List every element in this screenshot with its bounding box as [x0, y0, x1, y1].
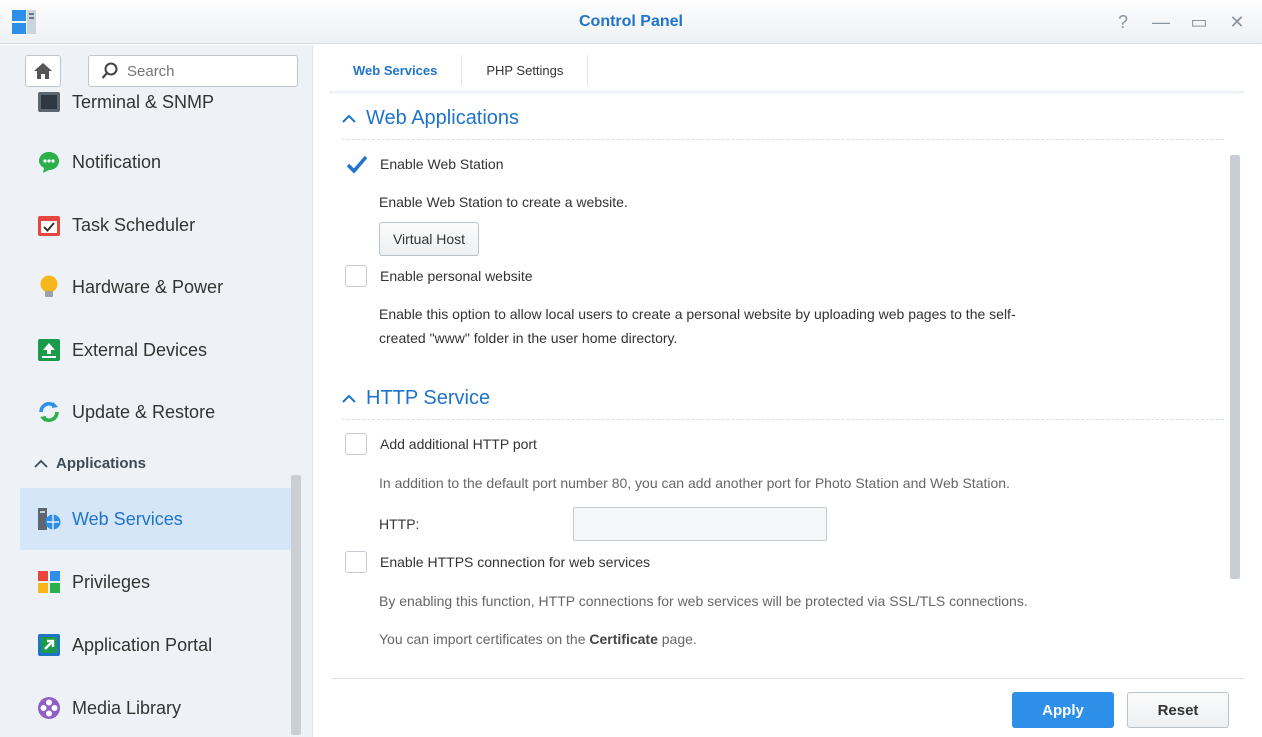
section-divider — [342, 139, 1224, 140]
help-icon[interactable]: ? — [1112, 10, 1134, 34]
enable-https-checkbox[interactable] — [345, 551, 367, 573]
sidebar-item-update-restore[interactable]: Update & Restore — [20, 381, 291, 443]
https-description: By enabling this function, HTTP connecti… — [379, 593, 1028, 609]
sidebar-item-application-portal[interactable]: Application Portal — [20, 614, 291, 676]
section-divider — [342, 419, 1224, 420]
certificate-link[interactable]: Certificate — [589, 631, 657, 647]
certificate-note-prefix: You can import certificates on the — [379, 631, 590, 647]
sidebar-item-notification[interactable]: Notification — [20, 131, 291, 193]
sidebar-item-terminal-snmp[interactable]: Terminal & SNMP — [20, 71, 291, 133]
sidebar-item-label: Application Portal — [72, 634, 213, 655]
web-station-description: Enable Web Station to create a website. — [379, 194, 628, 210]
personal-website-description-line2: created "www" folder in the user home di… — [379, 330, 678, 346]
close-icon[interactable]: ✕ — [1226, 10, 1248, 34]
sidebar-item-label: Privileges — [72, 571, 151, 592]
task-scheduler-icon — [36, 212, 62, 238]
tab-web-services[interactable]: Web Services — [329, 55, 463, 92]
sidebar-item-media-library[interactable]: Media Library — [20, 677, 291, 737]
media-library-icon — [36, 695, 62, 721]
lightbulb-icon — [36, 274, 62, 300]
footer-bar: Apply Reset — [332, 678, 1244, 737]
notification-icon — [36, 149, 62, 175]
maximize-icon[interactable]: ▭ — [1188, 10, 1210, 34]
title-bar: Control Panel ? — ▭ ✕ — [0, 0, 1262, 44]
chevron-up-icon — [34, 459, 48, 468]
add-http-port-description: In addition to the default port number 8… — [379, 475, 1010, 491]
chevron-up-icon — [342, 114, 356, 123]
sidebar: Terminal & SNMP Notification Task Schedu… — [0, 45, 313, 737]
enable-web-station-checkbox[interactable] — [345, 153, 368, 175]
sidebar-item-external-devices[interactable]: External Devices — [20, 319, 291, 381]
reset-button[interactable]: Reset — [1127, 692, 1229, 728]
enable-personal-website-label: Enable personal website — [380, 268, 533, 284]
add-http-port-label: Add additional HTTP port — [380, 436, 537, 452]
privileges-icon — [36, 569, 62, 595]
checkmark-icon — [346, 155, 368, 174]
sidebar-item-label: Hardware & Power — [72, 276, 224, 297]
sidebar-item-label: Task Scheduler — [72, 214, 196, 235]
sidebar-item-label: Media Library — [72, 697, 182, 718]
minimize-icon[interactable]: — — [1150, 10, 1172, 34]
enable-web-station-label: Enable Web Station — [380, 156, 504, 172]
section-heading: Web Applications — [366, 107, 520, 129]
window-controls: ? — ▭ ✕ — [1112, 10, 1248, 34]
sidebar-item-hardware-power[interactable]: Hardware & Power — [20, 256, 291, 318]
http-port-field[interactable] — [573, 507, 827, 541]
web-services-icon — [36, 506, 62, 532]
content-scrollbar[interactable] — [1230, 155, 1240, 579]
section-http-service[interactable]: HTTP Service — [342, 387, 490, 410]
certificate-note: You can import certificates on the Certi… — [379, 627, 697, 651]
personal-website-description-line1: Enable this option to allow local users … — [379, 306, 1016, 322]
application-portal-icon — [36, 632, 62, 658]
certificate-note-suffix: page. — [657, 631, 697, 647]
sidebar-section-label: Applications — [56, 455, 147, 472]
sidebar-item-label: External Devices — [72, 339, 208, 360]
add-http-port-checkbox[interactable] — [345, 433, 367, 455]
enable-https-label: Enable HTTPS connection for web services — [380, 554, 651, 570]
content-area: Web Applications Enable Web Station Enab… — [314, 97, 1244, 677]
sidebar-item-privileges[interactable]: Privileges — [20, 551, 291, 613]
http-port-label: HTTP: — [379, 516, 420, 532]
tab-php-settings[interactable]: PHP Settings — [462, 55, 589, 85]
tab-bar: Web Services PHP Settings — [329, 55, 589, 95]
sidebar-item-web-services[interactable]: Web Services — [20, 488, 291, 550]
terminal-icon — [36, 89, 62, 115]
sidebar-scrollbar[interactable] — [291, 475, 301, 735]
window-title: Control Panel — [578, 13, 683, 30]
sidebar-section-applications[interactable]: Applications — [34, 455, 146, 472]
sidebar-item-label: Web Services — [72, 508, 183, 529]
apply-button[interactable]: Apply — [1012, 692, 1114, 728]
tab-divider — [329, 91, 1244, 95]
section-heading: HTTP Service — [366, 387, 491, 409]
sidebar-item-task-scheduler[interactable]: Task Scheduler — [20, 194, 291, 256]
main-panel: Web Services PHP Settings Web Applicatio… — [314, 45, 1262, 737]
chevron-up-icon — [342, 394, 356, 403]
section-web-applications[interactable]: Web Applications — [342, 107, 519, 130]
sidebar-item-label: Notification — [72, 151, 162, 172]
enable-personal-website-checkbox[interactable] — [345, 265, 367, 287]
sidebar-item-label: Update & Restore — [72, 401, 216, 422]
sidebar-item-label: Terminal & SNMP — [72, 91, 215, 112]
external-devices-icon — [36, 337, 62, 363]
update-icon — [36, 399, 62, 425]
virtual-host-button[interactable]: Virtual Host — [379, 222, 479, 256]
